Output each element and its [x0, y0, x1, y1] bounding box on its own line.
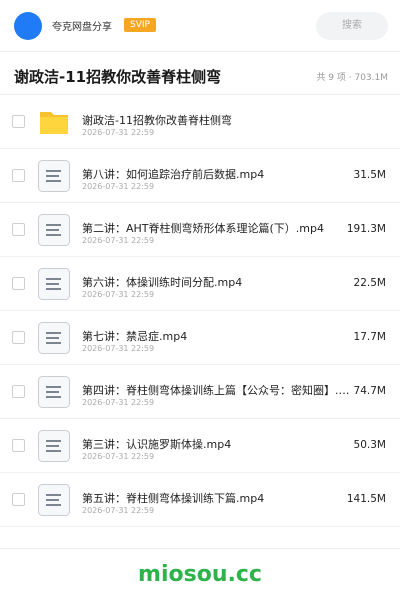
item-name: 第四讲：脊柱侧弯体操训练上篇【公众号：密知圈】.mp4 — [82, 384, 358, 397]
watermark-text: miosou.cc — [138, 562, 262, 587]
item-date: 2026-07-31 22:59 — [82, 344, 155, 353]
item-name: 谢政洁-11招教你改善脊柱侧弯 — [82, 114, 232, 127]
item-name: 第二讲：AHT脊柱侧弯矫形体系理论篇(下）.mp4 — [82, 222, 324, 235]
video-file-icon — [38, 268, 70, 300]
item-size: 50.3M — [353, 439, 386, 451]
list-item[interactable]: 第二讲：AHT脊柱侧弯矫形体系理论篇(下）.mp4 2026-07-31 22:… — [0, 203, 400, 257]
avatar[interactable] — [14, 12, 42, 40]
item-checkbox[interactable] — [12, 331, 25, 344]
video-file-icon — [38, 160, 70, 192]
item-date: 2026-07-31 22:59 — [82, 290, 155, 299]
item-name: 第六讲：体操训练时间分配.mp4 — [82, 276, 243, 289]
item-checkbox[interactable] — [12, 493, 25, 506]
list-item[interactable]: 第六讲：体操训练时间分配.mp4 2026-07-31 22:59 22.5M — [0, 257, 400, 311]
list-item[interactable]: 第八讲：如何追踪治疗前后数据.mp4 2026-07-31 22:59 31.5… — [0, 149, 400, 203]
list-item[interactable]: 谢政洁-11招教你改善脊柱侧弯 2026-07-31 22:59 — [0, 95, 400, 149]
item-size: 191.3M — [346, 223, 386, 235]
video-file-icon — [38, 430, 70, 462]
svip-badge: SVIP — [124, 18, 156, 32]
search-input[interactable]: 搜索 — [316, 12, 388, 40]
list-item[interactable]: 第七讲：禁忌症.mp4 2026-07-31 22:59 17.7M — [0, 311, 400, 365]
folder-meta: 共 9 项 · 703.1M — [316, 73, 388, 83]
item-checkbox[interactable] — [12, 439, 25, 452]
item-size: 22.5M — [353, 277, 386, 289]
share-owner-name: 夸克网盘分享 — [52, 22, 112, 33]
video-file-icon — [38, 322, 70, 354]
item-date: 2026-07-31 22:59 — [82, 398, 155, 407]
item-date: 2026-07-31 22:59 — [82, 506, 155, 515]
top-bar: 夸克网盘分享 SVIP 搜索 — [0, 0, 400, 52]
item-date: 2026-07-31 22:59 — [82, 452, 155, 461]
video-file-icon — [38, 214, 70, 246]
item-size: 17.7M — [353, 331, 386, 343]
item-size: 31.5M — [353, 169, 386, 181]
divider — [0, 548, 400, 549]
item-size: 141.5M — [346, 493, 386, 505]
item-checkbox[interactable] — [12, 385, 25, 398]
video-file-icon — [38, 484, 70, 516]
item-date: 2026-07-31 22:59 — [82, 182, 155, 191]
item-name: 第五讲：脊柱侧弯体操训练下篇.mp4 — [82, 492, 265, 505]
item-checkbox[interactable] — [12, 277, 25, 290]
item-checkbox[interactable] — [12, 115, 25, 128]
item-name: 第八讲：如何追踪治疗前后数据.mp4 — [82, 168, 265, 181]
item-date: 2026-07-31 22:59 — [82, 128, 155, 137]
item-checkbox[interactable] — [12, 223, 25, 236]
item-size: 74.7M — [353, 385, 386, 397]
video-file-icon — [38, 376, 70, 408]
file-list: 谢政洁-11招教你改善脊柱侧弯 2026-07-31 22:59 第八讲：如何追… — [0, 95, 400, 527]
list-item[interactable]: 第四讲：脊柱侧弯体操训练上篇【公众号：密知圈】.mp4 2026-07-31 2… — [0, 365, 400, 419]
folder-icon — [40, 112, 68, 134]
page-title: 谢政洁-11招教你改善脊柱侧弯 — [14, 68, 222, 86]
item-date: 2026-07-31 22:59 — [82, 236, 155, 245]
item-checkbox[interactable] — [12, 169, 25, 182]
item-name: 第三讲：认识施罗斯体操.mp4 — [82, 438, 232, 451]
list-item[interactable]: 第五讲：脊柱侧弯体操训练下篇.mp4 2026-07-31 22:59 141.… — [0, 473, 400, 527]
list-item[interactable]: 第三讲：认识施罗斯体操.mp4 2026-07-31 22:59 50.3M — [0, 419, 400, 473]
item-name: 第七讲：禁忌症.mp4 — [82, 330, 188, 343]
